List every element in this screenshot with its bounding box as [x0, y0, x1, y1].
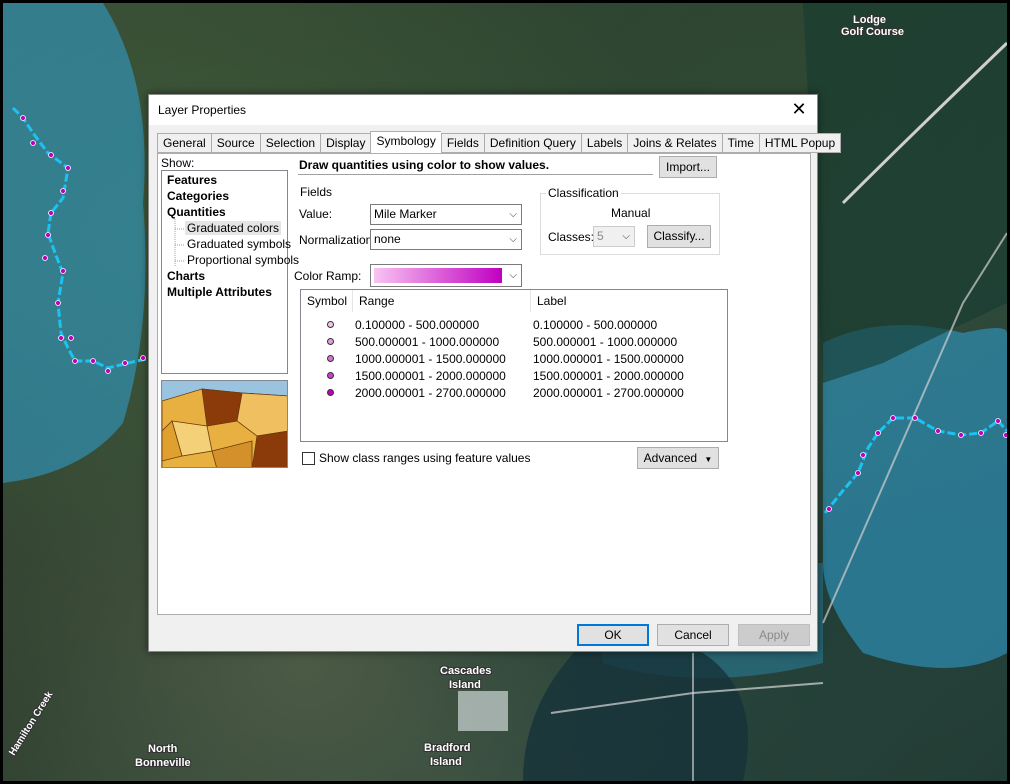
class-symbol-swatch[interactable] — [327, 372, 334, 379]
tree-quantities[interactable]: Quantities — [167, 205, 226, 219]
tree-features[interactable]: Features — [167, 173, 217, 187]
renderer-preview-image — [161, 380, 288, 468]
renderer-tree: Features Categories Quantities Graduated… — [161, 170, 299, 374]
class-range: 1000.000001 - 1500.000000 — [355, 352, 506, 366]
advanced-button[interactable]: Advanced ▼ — [637, 447, 719, 469]
color-ramp-dropdown[interactable]: ⌵ — [370, 264, 522, 287]
preview-map — [162, 388, 287, 467]
tab-strip: General Source Selection Display Symbolo… — [157, 131, 842, 153]
classes-label: Classes: — [548, 230, 595, 244]
table-row[interactable]: 1500.000001 - 2000.000000 1500.000001 - … — [301, 368, 729, 385]
tab-symbology[interactable]: Symbology — [370, 131, 441, 153]
class-label: 1500.000001 - 2000.000000 — [533, 369, 684, 383]
show-label: Show: — [161, 156, 195, 170]
table-row[interactable]: 2000.000001 - 2700.000000 2000.000001 - … — [301, 385, 729, 402]
cancel-button[interactable]: Cancel — [657, 624, 729, 646]
class-label: 1000.000001 - 1500.000000 — [533, 352, 684, 366]
layer-properties-dialog: Layer Properties ✕ General Source Select… — [148, 94, 842, 652]
map-label-bradford: Bradford — [424, 742, 471, 754]
show-class-ranges-checkbox[interactable] — [302, 452, 315, 465]
tab-html-popup[interactable]: HTML Popup — [758, 133, 842, 153]
tree-graduated-symbols[interactable]: Graduated symbols — [187, 237, 291, 251]
normalization-selected: none — [374, 232, 401, 246]
chevron-down-icon: ⌵ — [509, 209, 517, 220]
class-label: 0.100000 - 500.000000 — [533, 318, 658, 332]
table-row[interactable]: 0.100000 - 500.000000 0.100000 - 500.000… — [301, 317, 729, 334]
class-symbol-swatch[interactable] — [327, 389, 334, 396]
tab-fields[interactable]: Fields — [440, 133, 484, 153]
dialog-title: Layer Properties — [158, 103, 247, 117]
normalization-label: Normalization: — [299, 233, 376, 247]
class-range: 0.100000 - 500.000000 — [355, 318, 480, 332]
class-label: 2000.000001 - 2700.000000 — [533, 386, 684, 400]
value-label: Value: — [299, 207, 333, 221]
map-label-cascades-island: Island — [449, 679, 481, 691]
tree-graduated-colors[interactable]: Graduated colors — [185, 221, 282, 235]
column-header-label[interactable]: Label — [531, 290, 727, 312]
map-label-golf-course: Golf Course — [841, 26, 904, 38]
value-field-selected: Mile Marker — [374, 207, 437, 221]
color-ramp-swatch — [374, 268, 502, 283]
tab-joins-relates[interactable]: Joins & Relates — [627, 133, 722, 153]
dialog-title-bar[interactable]: Layer Properties ✕ — [149, 95, 817, 125]
normalization-dropdown[interactable]: none ⌵ — [370, 229, 522, 250]
tree-categories[interactable]: Categories — [167, 189, 229, 203]
chevron-down-icon: ⌵ — [622, 231, 630, 242]
tab-labels[interactable]: Labels — [580, 133, 628, 153]
close-icon[interactable]: ✕ — [787, 99, 811, 121]
tree-multiple-attributes[interactable]: Multiple Attributes — [167, 285, 272, 299]
show-class-ranges-label[interactable]: Show class ranges using feature values — [319, 451, 530, 465]
tab-selection[interactable]: Selection — [259, 133, 321, 153]
color-ramp-label: Color Ramp: — [294, 269, 362, 283]
class-symbol-swatch[interactable] — [327, 321, 334, 328]
class-symbol-swatch[interactable] — [327, 355, 334, 362]
table-row[interactable]: 500.000001 - 1000.000000 500.000001 - 10… — [301, 334, 729, 351]
tab-source[interactable]: Source — [210, 133, 260, 153]
tree-charts[interactable]: Charts — [167, 269, 205, 283]
class-range: 2000.000001 - 2700.000000 — [355, 386, 506, 400]
tab-definition-query[interactable]: Definition Query — [483, 133, 581, 153]
map-label-north: North — [148, 743, 178, 755]
import-button[interactable]: Import... — [659, 156, 717, 178]
classification-group-title: Classification — [546, 186, 621, 200]
advanced-button-label: Advanced — [643, 451, 698, 465]
dropdown-arrow-icon: ▼ — [704, 455, 713, 464]
class-symbol-swatch[interactable] — [327, 338, 334, 345]
tab-display[interactable]: Display — [320, 133, 371, 153]
table-row[interactable]: 1000.000001 - 1500.000000 1000.000001 - … — [301, 351, 729, 368]
map-label-cascades: Cascades — [440, 665, 492, 677]
value-field-dropdown[interactable]: Mile Marker ⌵ — [370, 204, 522, 225]
apply-button: Apply — [738, 624, 810, 646]
tree-proportional-symbols[interactable]: Proportional symbols — [187, 253, 299, 267]
class-breaks-list: Symbol Range Label 0.100000 - 500.000000… — [300, 289, 728, 442]
fields-group-title: Fields — [300, 185, 333, 199]
tab-general[interactable]: General — [157, 133, 211, 153]
chevron-down-icon: ⌵ — [509, 234, 517, 245]
class-range: 500.000001 - 1000.000000 — [355, 335, 500, 349]
map-label-bonneville: Bonneville — [135, 757, 191, 769]
ok-button[interactable]: OK — [577, 624, 649, 646]
tab-time[interactable]: Time — [721, 133, 759, 153]
classes-selected: 5 — [597, 229, 604, 243]
class-range: 1500.000001 - 2000.000000 — [355, 369, 506, 383]
map-label-bradford-island: Island — [430, 756, 462, 768]
renderer-description: Draw quantities using color to show valu… — [298, 158, 653, 175]
chevron-down-icon: ⌵ — [509, 270, 517, 281]
symbology-panel: Show: Features Categories Quantities Gra… — [157, 153, 811, 615]
class-label: 500.000001 - 1000.000000 — [533, 335, 678, 349]
classification-method: Manual — [611, 206, 651, 220]
classes-dropdown: 5 ⌵ — [593, 226, 635, 247]
column-header-symbol[interactable]: Symbol — [301, 290, 353, 312]
classify-button[interactable]: Classify... — [647, 225, 711, 248]
column-header-range[interactable]: Range — [353, 290, 531, 312]
map-label-lodge: Lodge — [853, 14, 886, 26]
